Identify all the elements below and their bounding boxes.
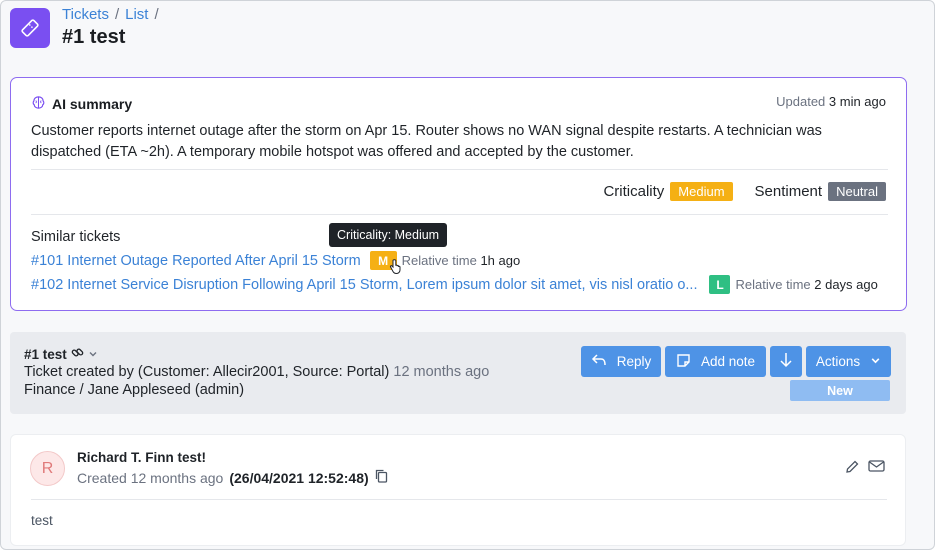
breadcrumb-tickets[interactable]: Tickets: [62, 6, 109, 23]
criticality-label: Criticality: [603, 183, 665, 200]
breadcrumb-list[interactable]: List: [125, 6, 148, 23]
similar-tickets-title: Similar tickets: [31, 229, 121, 245]
ticket-title: #1 test: [24, 346, 67, 362]
divider: [31, 214, 888, 215]
arrow-down-icon: [779, 352, 793, 371]
breadcrumb-separator: /: [154, 6, 159, 23]
ticket-title-row: #1 test: [24, 346, 98, 362]
relative-time-value: 2 days ago: [814, 277, 878, 292]
similar-ticket-row: #101 Internet Outage Reported After Apri…: [31, 251, 891, 274]
ai-brain-icon: [31, 95, 46, 113]
breadcrumb: Tickets / List /: [62, 6, 159, 23]
relative-time: Relative time 2 days ago: [735, 277, 877, 292]
message-created-date: (26/04/2021 12:52:48): [229, 469, 369, 486]
relative-time-label: Relative time: [735, 277, 811, 292]
copy-icon[interactable]: [375, 469, 388, 486]
ai-summary-text: Customer reports internet outage after t…: [31, 123, 822, 160]
sentiment-badge: Neutral: [828, 182, 886, 201]
criticality-badge: Medium: [670, 182, 733, 201]
relative-time-label: Relative time: [401, 253, 477, 268]
divider: [31, 169, 888, 170]
ticket-group: Finance / Jane Appleseed (admin): [24, 382, 245, 398]
updated-label: Updated: [776, 94, 826, 109]
breadcrumb-separator: /: [114, 6, 120, 23]
ai-summary-header: AI summary: [31, 95, 132, 113]
message-created-ago: Created 12 months ago: [77, 469, 224, 486]
message-created: Created 12 months ago (26/04/2021 12:52:…: [77, 469, 388, 486]
status-badge[interactable]: New: [790, 380, 890, 401]
note-icon: [676, 353, 691, 371]
edit-icon[interactable]: [844, 459, 860, 478]
divider: [31, 499, 887, 500]
link-icon[interactable]: [71, 346, 84, 362]
add-note-label: Add note: [700, 354, 756, 369]
ai-summary-updated: Updated 3 min ago: [776, 94, 886, 109]
similar-ticket-row: #102 Internet Service Disruption Followi…: [31, 275, 891, 294]
ticket-created-ago: 12 months ago: [393, 364, 490, 380]
message-body: test: [31, 513, 53, 528]
ticket-created-info: Ticket created by (Customer: Allecir2001…: [24, 364, 489, 380]
relative-time: Relative time 1h ago: [402, 253, 521, 268]
reply-label: Reply: [616, 354, 652, 369]
ticket-created-text: Ticket created by (Customer: Allecir2001…: [24, 364, 390, 380]
app-frame: Tickets / List / #1 test AI summary Upda…: [0, 0, 935, 550]
ai-summary-card: AI summary Updated 3 min ago Customer re…: [10, 77, 907, 311]
page-title: #1 test: [62, 26, 126, 48]
similar-ticket-link[interactable]: #101 Internet Outage Reported After Apri…: [31, 253, 361, 269]
message-actions: [844, 459, 885, 478]
actions-label: Actions: [815, 354, 861, 369]
criticality-tooltip: Criticality: Medium: [329, 223, 448, 247]
message-card: R Richard T. Finn test! Created 12 month…: [10, 434, 906, 546]
relative-time-value: 1h ago: [480, 253, 521, 268]
reply-icon: [591, 353, 607, 370]
reply-button[interactable]: Reply: [581, 346, 661, 377]
criticality-badge-small[interactable]: L: [709, 275, 731, 294]
scroll-down-button[interactable]: [770, 346, 802, 377]
mail-icon[interactable]: [868, 459, 885, 478]
ticket-icon: [10, 8, 50, 48]
ticket-info-bar: #1 test Ticket created by (Customer: All…: [10, 332, 906, 414]
similar-ticket-link[interactable]: #102 Internet Service Disruption Followi…: [31, 277, 697, 293]
chevron-down-icon[interactable]: [88, 347, 98, 362]
actions-dropdown-button[interactable]: Actions: [806, 346, 891, 377]
sentiment-label: Sentiment: [754, 183, 823, 200]
chevron-down-icon: [870, 354, 881, 369]
add-note-button[interactable]: Add note: [665, 346, 766, 377]
updated-value: 3 min ago: [828, 94, 886, 109]
message-author: Richard T. Finn test!: [77, 450, 207, 465]
ai-summary-title: AI summary: [52, 96, 133, 112]
summary-metrics: Criticality Medium Sentiment Neutral: [603, 182, 886, 201]
avatar: R: [30, 451, 65, 486]
